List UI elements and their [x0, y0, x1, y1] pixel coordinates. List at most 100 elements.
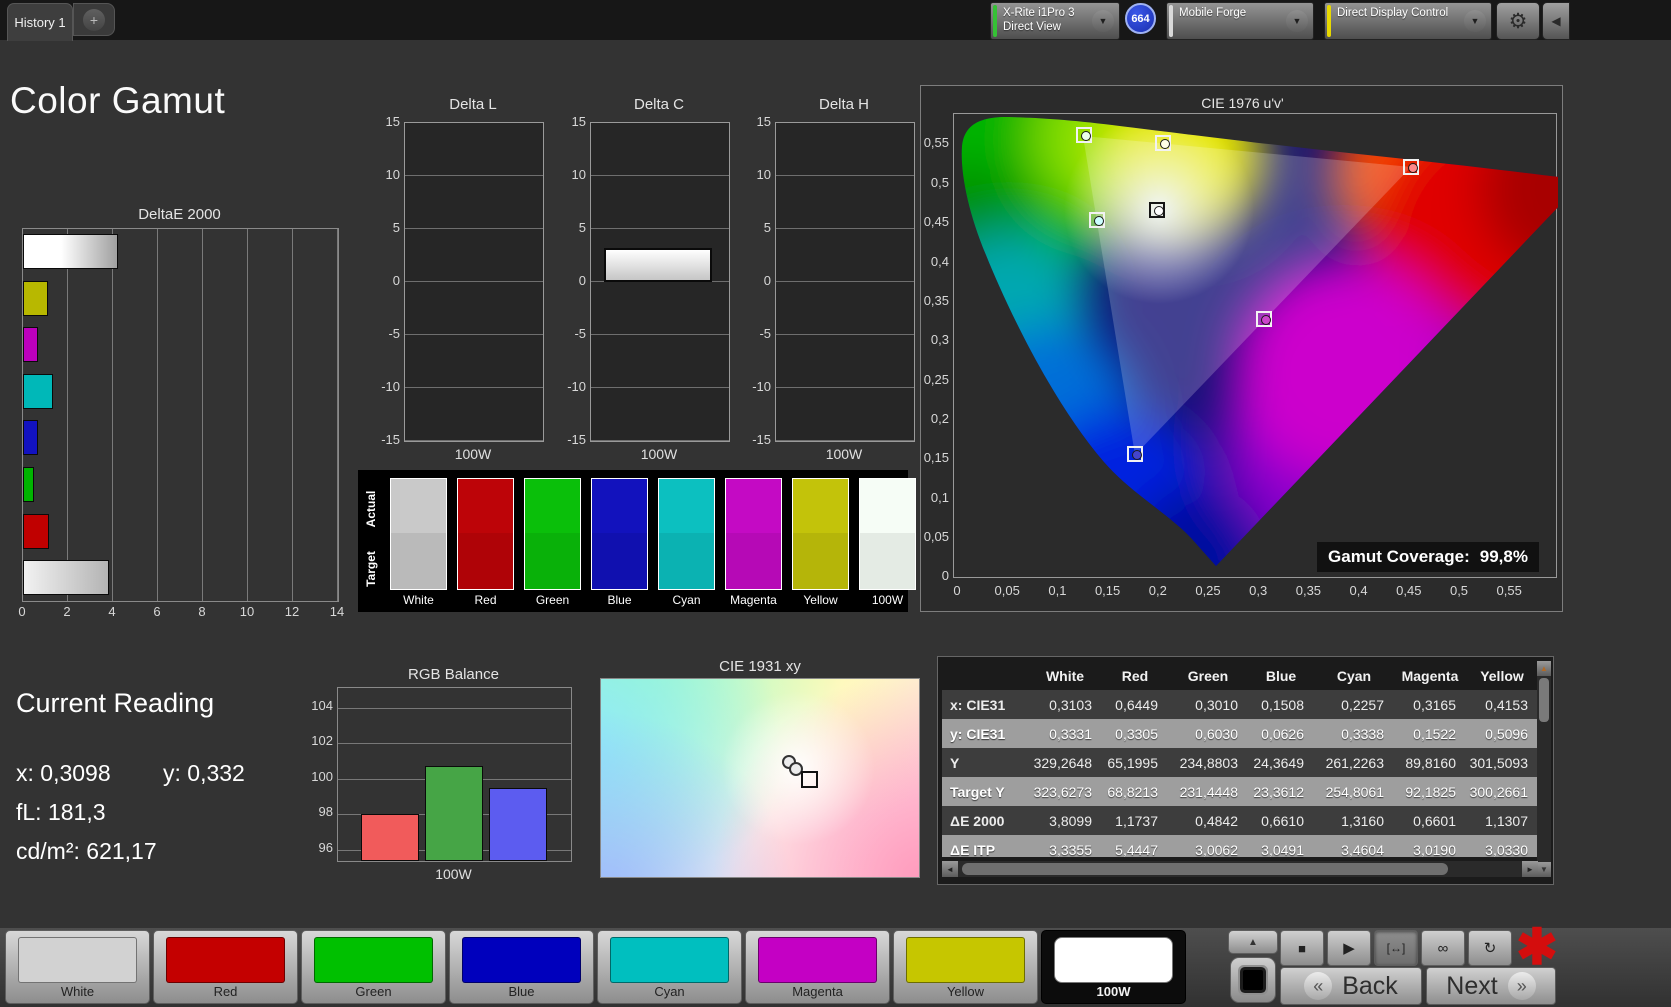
- table-cell: 0,6449: [1102, 690, 1168, 719]
- delta-h-plot: [775, 122, 915, 442]
- delta-l-panel: Delta L 15 10 5 0 -5 -10 -15 100W: [381, 96, 544, 468]
- patch-button-100w[interactable]: 100W: [1041, 930, 1186, 1004]
- cie76-ytick: 0,3: [930, 332, 949, 348]
- swatch-column-cyan: Cyan: [658, 478, 715, 607]
- table-cell: 3,0491: [1248, 835, 1314, 857]
- back-button[interactable]: « Back: [1280, 967, 1422, 1005]
- table-cell: 0,6610: [1248, 806, 1314, 835]
- swatch-label: Green: [535, 593, 570, 607]
- settings-button[interactable]: ⚙: [1496, 2, 1540, 40]
- delta-ytick: 10: [571, 167, 586, 182]
- table-cell: 1,1307: [1466, 806, 1538, 835]
- pattern-square-icon: [1243, 970, 1263, 990]
- patch-button-cyan[interactable]: Cyan: [597, 930, 742, 1004]
- cie76-xtick: 0,5: [1449, 583, 1469, 598]
- deltae-bar-100w: [23, 234, 118, 269]
- source-dropdown[interactable]: Mobile Forge ▼: [1166, 2, 1314, 40]
- display-control-dropdown[interactable]: Direct Display Control ▼: [1324, 2, 1492, 40]
- measure-controls: ■ ▶ [↔] ∞ ↻: [1280, 930, 1512, 966]
- cie76-ytick: 0,55: [923, 135, 949, 151]
- swatch-columns: White Red Green Blue Cyan Magenta Yellow 100W: [390, 478, 916, 607]
- session-count-badge[interactable]: 664: [1125, 3, 1156, 34]
- table-row-label: Y: [942, 748, 1028, 777]
- delta-ytick: 5: [578, 220, 586, 235]
- add-tab-button[interactable]: +: [73, 3, 115, 36]
- chevron-down-icon[interactable]: ▼: [1464, 10, 1486, 32]
- table-horizontal-scrollbar[interactable]: ◄ ►: [942, 861, 1538, 877]
- tab-history-1[interactable]: History 1: [7, 3, 73, 41]
- reading-x: x: 0,3098: [16, 760, 111, 786]
- scroll-down-button[interactable]: ▼: [1537, 862, 1551, 877]
- cie76-ytick: 0,1: [930, 489, 949, 505]
- table-cell: 0,4153: [1466, 690, 1538, 719]
- pattern-window-button[interactable]: [1230, 957, 1276, 1003]
- table-cell: 254,8061: [1314, 777, 1394, 806]
- patch-button-red[interactable]: Red: [153, 930, 298, 1004]
- swatch-row-labels: Actual Target: [358, 470, 384, 612]
- cie76-marker-blue: [1126, 445, 1143, 462]
- scroll-up-button[interactable]: ▲: [1537, 661, 1551, 676]
- measurement-table-panel: White Red Green Blue Cyan Magenta Yellow x: CIE…: [937, 656, 1554, 885]
- table-cell: 3,8099: [1028, 806, 1102, 835]
- swatch-column-blue: Blue: [591, 478, 648, 607]
- scroll-right-button[interactable]: ►: [1522, 861, 1538, 877]
- patch-button-blue[interactable]: Blue: [449, 930, 594, 1004]
- patch-swatch: [462, 937, 581, 983]
- cie76-xtick: 0,3: [1249, 583, 1268, 598]
- horizontal-scroll-thumb[interactable]: [962, 863, 1448, 875]
- swatch-label: Magenta: [730, 593, 777, 607]
- table-cell: 0,6030: [1168, 719, 1248, 748]
- table-header-cell: [942, 661, 1028, 690]
- delta-h-yaxis: 15 10 5 0 -5 -10 -15: [743, 114, 771, 447]
- current-reading-title: Current Reading: [16, 688, 215, 718]
- patch-button-magenta[interactable]: Magenta: [745, 930, 890, 1004]
- chevron-down-icon[interactable]: ▼: [1286, 10, 1308, 32]
- stop-button[interactable]: ■: [1280, 930, 1324, 966]
- vertical-scroll-thumb[interactable]: [1539, 678, 1549, 722]
- swatch-white: [390, 478, 447, 590]
- pattern-window-up-button[interactable]: ▲: [1228, 930, 1278, 954]
- swatch-column-100w: 100W: [859, 478, 916, 607]
- swatch-label: Cyan: [672, 593, 701, 607]
- gridline: [338, 708, 571, 709]
- continuous-measure-button[interactable]: ∞: [1421, 930, 1465, 966]
- single-measure-button[interactable]: [↔]: [1374, 930, 1418, 966]
- cie76-ytick: 0,5: [930, 174, 949, 190]
- meter-dropdown[interactable]: X-Rite i1Pro 3 Direct View ▼: [990, 2, 1120, 40]
- table-cell: 0,3331: [1028, 719, 1102, 748]
- rgb-ytick: 98: [318, 804, 333, 820]
- cie76-ytick: 0,35: [923, 292, 949, 308]
- patch-button-white[interactable]: White: [5, 930, 150, 1004]
- deltae-bar-white: [23, 560, 109, 596]
- stop-icon: ■: [1298, 940, 1306, 956]
- refresh-button[interactable]: ↻: [1468, 930, 1512, 966]
- table-header-cell: Green: [1168, 661, 1248, 690]
- source-dropdown-text: Mobile Forge: [1179, 7, 1247, 19]
- cie76-xtick: 0,35: [1295, 583, 1322, 598]
- patch-label: Cyan: [654, 984, 685, 999]
- marker-dot: [1131, 449, 1142, 460]
- collapse-panel-button[interactable]: ◀: [1542, 2, 1570, 40]
- patch-button-yellow[interactable]: Yellow: [893, 930, 1038, 1004]
- table-cell: 261,2263: [1314, 748, 1394, 777]
- calman-asterisk-logo: ✱: [1516, 919, 1558, 975]
- table-cell: 3,0062: [1168, 835, 1248, 857]
- refresh-icon: ↻: [1483, 940, 1497, 957]
- cie76-xtick: 0,45: [1396, 583, 1422, 598]
- swatch-column-yellow: Yellow: [792, 478, 849, 607]
- deltae-plot: [22, 228, 339, 602]
- scroll-left-button[interactable]: ◄: [942, 861, 958, 877]
- patch-label: White: [60, 984, 95, 999]
- cie76-xtick: 0,4: [1349, 583, 1368, 598]
- play-button[interactable]: ▶: [1327, 930, 1371, 966]
- chevron-down-icon[interactable]: ▼: [1092, 10, 1114, 32]
- table-row-label: ΔE ITP: [942, 835, 1028, 857]
- rgb-ytick: 102: [311, 733, 333, 749]
- rgb-balance-xlabel: 100W: [435, 866, 472, 882]
- patch-button-green[interactable]: Green: [301, 930, 446, 1004]
- table-vertical-scrollbar[interactable]: ▲ ▼: [1537, 661, 1551, 877]
- tab-label: History 1: [14, 15, 66, 30]
- table-cell: 323,6273: [1028, 777, 1102, 806]
- control-accent: [1327, 5, 1331, 37]
- rgb-bar-green: [425, 766, 483, 861]
